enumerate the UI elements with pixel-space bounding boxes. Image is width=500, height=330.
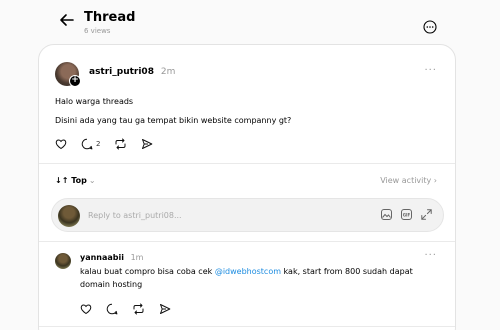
reply-placeholder: Reply to astri_putri08... xyxy=(88,211,182,220)
comment-header: yannaabii 1m xyxy=(80,253,143,262)
avatar[interactable] xyxy=(55,253,71,269)
comment-icon xyxy=(81,138,93,150)
repost-button[interactable] xyxy=(132,303,145,315)
share-button[interactable] xyxy=(141,138,153,150)
comment-username[interactable]: yannaabii xyxy=(80,253,124,262)
repost-icon xyxy=(115,138,126,150)
repost-button[interactable] xyxy=(114,138,127,150)
sort-label: ↓↑ Top xyxy=(55,176,87,185)
divider xyxy=(39,241,455,242)
share-icon xyxy=(160,304,171,314)
thread-card: + astri_putri08 2m ··· Halo warga thread… xyxy=(38,44,456,330)
like-button[interactable] xyxy=(55,138,67,150)
arrow-left-icon[interactable] xyxy=(57,10,77,30)
follow-plus-icon[interactable]: + xyxy=(69,75,81,87)
more-circle-icon[interactable] xyxy=(423,20,437,34)
post-username[interactable]: astri_putri08 xyxy=(89,67,154,77)
page-title: Thread xyxy=(84,10,136,25)
chevron-down-icon: ⌄ xyxy=(88,176,96,185)
image-icon[interactable] xyxy=(380,208,393,221)
reply-attachments: GIF xyxy=(373,208,433,221)
comment-button[interactable] xyxy=(106,303,118,315)
share-button[interactable] xyxy=(159,303,171,315)
comment-actions xyxy=(80,303,185,315)
svg-text:GIF: GIF xyxy=(403,212,411,217)
repost-icon xyxy=(133,303,144,315)
title-block: Thread 6 views xyxy=(84,10,135,36)
divider xyxy=(39,163,455,164)
thread-page: Thread 6 views + astri_putri08 2m ··· Ha… xyxy=(0,0,500,330)
post-header: astri_putri08 2m xyxy=(89,67,175,77)
like-button[interactable] xyxy=(80,303,92,315)
reply-input[interactable]: Reply to astri_putri08... GIF xyxy=(51,198,444,232)
view-count: 6 views xyxy=(84,27,111,35)
comment-button[interactable]: 2 xyxy=(81,138,100,150)
expand-icon[interactable] xyxy=(420,208,433,221)
view-activity-link[interactable]: View activity › xyxy=(380,176,437,185)
comment-time: 1m xyxy=(130,253,144,262)
comment-text: kalau buat compro bisa coba cek @idwebho… xyxy=(80,265,430,291)
post-more-icon[interactable]: ··· xyxy=(424,65,437,76)
post-text-line-2: Disini ada yang tau ga tempat bikin webs… xyxy=(55,116,292,125)
top-bar: Thread 6 views xyxy=(0,0,500,44)
post-actions: 2 xyxy=(55,138,167,150)
post-time: 2m xyxy=(160,67,176,77)
heart-icon xyxy=(80,304,92,315)
heart-icon xyxy=(55,139,67,150)
reply-count: 2 xyxy=(96,140,101,148)
sort-dropdown[interactable]: ↓↑ Top ⌄ xyxy=(55,176,96,185)
comment-text-start: kalau buat compro bisa coba cek xyxy=(80,267,215,276)
share-icon xyxy=(142,139,153,149)
gif-icon[interactable]: GIF xyxy=(400,208,413,221)
mention-link[interactable]: @idwebhostcom xyxy=(215,267,281,276)
comment-icon xyxy=(106,303,118,315)
divider xyxy=(39,326,455,327)
post-text-line-1: Halo warga threads xyxy=(55,97,134,106)
avatar xyxy=(58,205,80,227)
comment-more-icon[interactable]: ··· xyxy=(424,250,437,261)
